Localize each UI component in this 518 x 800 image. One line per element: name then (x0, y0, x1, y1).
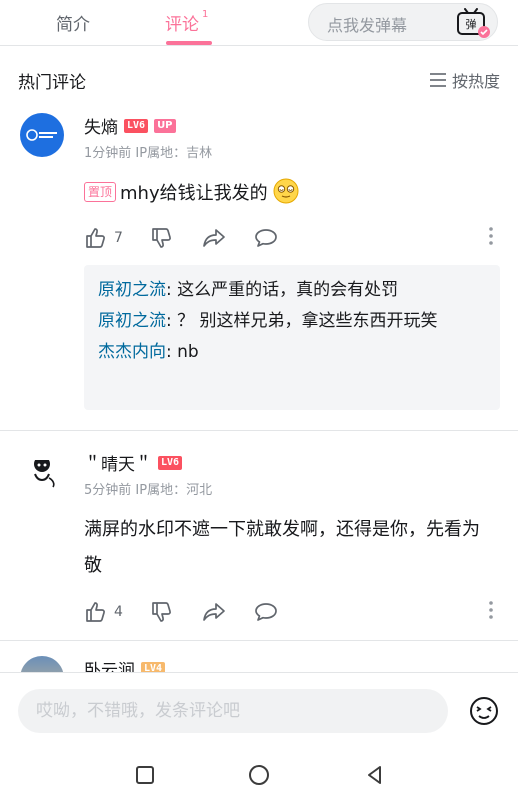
comment-username-row: ＂晴天＂ LV6 (84, 450, 183, 475)
comment-divider (0, 640, 518, 641)
reply-preview-box[interactable]: 原初之流: 这么严重的话，真的会有处罚 原初之流: ？ 别这样兄弟，拿这些东西开… (84, 265, 500, 410)
like-count: 4 (114, 604, 123, 620)
reply-button[interactable] (254, 600, 278, 624)
hot-comments-title: 热门评论 (18, 73, 86, 93)
danmaku-placeholder: 点我发弹幕 (327, 16, 408, 35)
reply-item: 杰杰内向: nb (98, 337, 486, 368)
system-navigation-bar (0, 750, 518, 800)
back-triangle-icon[interactable] (364, 764, 386, 786)
comment-username[interactable]: ＂晴天＂ (84, 450, 152, 475)
home-circle-icon[interactable] (248, 764, 270, 786)
top-tab-bar: 简介 评论1 点我发弹幕 弹 (0, 0, 518, 46)
reply-username[interactable]: 杰杰内向 (98, 342, 166, 362)
dazed-face-emoji-icon (273, 178, 299, 204)
sort-by-hot-button[interactable]: 按热度 (429, 68, 500, 92)
danmaku-button-label: 弹 (466, 17, 477, 31)
up-badge: UP (154, 118, 176, 133)
comment-divider (0, 430, 518, 431)
thumbs-up-icon (86, 602, 105, 622)
thumbs-down-icon (152, 228, 171, 248)
comment-actions: 4 (84, 598, 494, 626)
comment-input-bar (0, 672, 518, 750)
comment-content: 置顶 mhy给钱让我发的 (84, 176, 494, 212)
sort-label: 按热度 (451, 72, 500, 91)
comment-username-row: 失熵 LV6 UP (84, 113, 176, 138)
pinned-badge: 置顶 (84, 182, 117, 202)
like-button[interactable]: 7 (84, 226, 123, 250)
tab-comments[interactable]: 评论1 (165, 9, 209, 35)
recent-apps-square-icon[interactable] (134, 764, 156, 786)
reply-item: 原初之流: 这么严重的话，真的会有处罚 (98, 275, 486, 306)
comment-meta: 5分钟前 IP属地：河北 (84, 483, 213, 498)
more-options-icon[interactable] (488, 600, 494, 624)
comment-actions: 7 (84, 224, 494, 252)
reply-username[interactable]: 原初之流 (98, 280, 166, 300)
tab-comments-count: 1 (202, 9, 209, 21)
avatar[interactable] (20, 448, 64, 492)
reply-text: : nb (166, 342, 199, 362)
reply-username[interactable]: 原初之流 (98, 311, 166, 331)
tab-comments-label: 评论 (165, 15, 199, 35)
reply-item: 原初之流: ？ 别这样兄弟，拿这些东西开玩笑 (98, 306, 486, 337)
comment-username[interactable]: 失熵 (84, 113, 118, 138)
share-button[interactable] (202, 600, 228, 624)
dislike-button[interactable] (150, 600, 174, 624)
share-button[interactable] (202, 226, 228, 250)
emoji-picker-icon[interactable] (468, 695, 500, 727)
thumbs-down-icon (152, 602, 171, 622)
dislike-button[interactable] (150, 226, 174, 250)
danmaku-toggle-icon[interactable]: 弹 (449, 8, 493, 38)
comment-input-container (18, 689, 448, 733)
reply-button[interactable] (254, 226, 278, 250)
share-arrow-icon (203, 603, 225, 621)
danmaku-input[interactable]: 点我发弹幕 弹 (308, 3, 498, 41)
comment-text: mhy给钱让我发的 (120, 183, 268, 204)
sort-list-icon (429, 73, 446, 87)
thumbs-up-icon (86, 228, 105, 248)
comment-bubble-icon (255, 229, 277, 247)
like-button[interactable]: 4 (84, 600, 123, 624)
more-options-icon[interactable] (488, 226, 494, 250)
avatar[interactable] (20, 113, 64, 157)
level-badge: LV6 (124, 118, 149, 133)
level-badge: LV6 (158, 455, 183, 470)
comment-bubble-icon (255, 603, 277, 621)
active-tab-indicator (166, 41, 212, 45)
share-arrow-icon (203, 229, 225, 247)
reply-text: : 这么严重的话，真的会有处罚 (166, 280, 399, 300)
comment-input[interactable] (18, 689, 418, 733)
comment-text: 满屏的水印不遮一下就敢发啊，还得是你，先看为敬 (84, 519, 480, 576)
tab-intro[interactable]: 简介 (56, 10, 90, 35)
comment-meta: 1分钟前 IP属地：吉林 (84, 146, 213, 161)
reply-text: : ？ 别这样兄弟，拿这些东西开玩笑 (166, 311, 438, 331)
like-count: 7 (114, 230, 123, 246)
